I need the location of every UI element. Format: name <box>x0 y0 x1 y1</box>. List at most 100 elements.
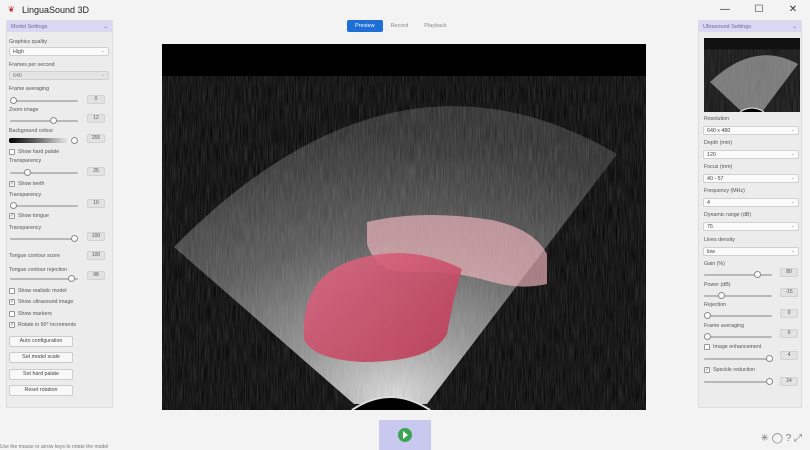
select-value: low <box>707 249 715 255</box>
minimize-button[interactable]: — <box>708 0 742 19</box>
slider-thumb[interactable] <box>754 271 761 278</box>
image-enhancement-checkbox[interactable]: Image enhancement <box>704 344 761 350</box>
checkbox-box[interactable]: ✓ <box>9 181 15 187</box>
play-button[interactable] <box>379 420 431 450</box>
corner-icons[interactable]: ✳ ◯ ? ⤢ <box>761 433 802 444</box>
rejection-value[interactable]: 0 <box>780 309 798 318</box>
ultrasound-viewport[interactable] <box>162 44 646 410</box>
close-button[interactable]: ✕ <box>776 0 810 19</box>
ultrasound-scene[interactable] <box>162 44 646 410</box>
slider-thumb[interactable] <box>50 117 57 124</box>
tab-playback[interactable]: Playback <box>416 20 454 32</box>
slider-thumb[interactable] <box>71 137 78 144</box>
auto-configuration-button[interactable]: Auto configuration <box>9 336 73 347</box>
transparency-value-2[interactable]: 10 <box>87 199 105 208</box>
depth-select[interactable]: 120 ⌄ <box>703 150 799 159</box>
checkbox-label: Show tongue <box>18 213 49 219</box>
rejection-slider[interactable] <box>704 312 772 319</box>
show-hard-palate-checkbox[interactable]: Show hard palate <box>9 149 59 155</box>
transparency-value-3[interactable]: 100 <box>87 232 105 241</box>
title-bar: ❦ LinguaSound 3D — ☐ ✕ <box>0 0 810 19</box>
slider-thumb[interactable] <box>68 275 75 282</box>
slider-thumb[interactable] <box>10 97 17 104</box>
show-teeth-checkbox[interactable]: ✓ Show teeth <box>9 181 45 187</box>
dynamic-range-label: Dynamic range (dB) <box>704 212 752 218</box>
transparency-slider-1[interactable] <box>10 169 78 176</box>
checkbox-box[interactable]: ✓ <box>704 367 710 373</box>
set-model-scale-button[interactable]: Set model scale <box>9 352 73 363</box>
panel-header[interactable]: Ultrasound Settings ⌄ <box>699 21 801 32</box>
power-slider[interactable] <box>704 292 772 299</box>
graphics-quality-select[interactable]: High ⌄ <box>9 47 109 56</box>
slider-thumb[interactable] <box>704 312 711 319</box>
transparency-label-2: Transparency <box>9 192 42 198</box>
frame-averaging-value[interactable]: 0 <box>780 329 798 338</box>
fps-select[interactable]: 640 ⌄ <box>9 71 109 80</box>
show-realistic-model-checkbox[interactable]: Show realistic model <box>9 288 67 294</box>
frame-averaging-slider[interactable] <box>704 333 772 340</box>
speckle-reduction-checkbox[interactable]: ✓ Speckle reduction <box>704 367 755 373</box>
focus-select[interactable]: 40 - 57 ⌄ <box>703 174 799 183</box>
frame-averaging-value[interactable]: 0 <box>87 95 105 104</box>
slider-thumb[interactable] <box>704 333 711 340</box>
power-label: Power (dB) <box>704 282 731 288</box>
slider-thumb[interactable] <box>766 378 773 385</box>
set-hard-palate-button[interactable]: Set hard palate <box>9 369 73 380</box>
checkbox-box[interactable] <box>9 288 15 294</box>
frequency-select[interactable]: 4 ⌄ <box>703 198 799 207</box>
checkbox-box[interactable] <box>9 311 15 317</box>
speckle-reduction-value[interactable]: 24 <box>780 377 798 386</box>
dynamic-range-select[interactable]: 75 ⌄ <box>703 222 799 231</box>
checkbox-box[interactable]: ✓ <box>9 322 15 328</box>
tongue-contour-rejection-value[interactable]: 98 <box>87 271 105 280</box>
select-value: 4 <box>707 200 710 206</box>
gain-slider[interactable] <box>704 271 772 278</box>
show-markers-checkbox[interactable]: Show markers <box>9 311 52 317</box>
show-ultrasound-image-checkbox[interactable]: ✓ Show ultrasound image <box>9 299 73 305</box>
chevron-down-icon: ⌄ <box>792 23 797 30</box>
slider-thumb[interactable] <box>766 355 773 362</box>
transparency-slider-2[interactable] <box>10 202 78 209</box>
view-tabs: Preview Record Playback <box>347 20 455 32</box>
background-colour-value[interactable]: 255 <box>87 134 105 143</box>
checkbox-label: Image enhancement <box>713 344 762 350</box>
tab-preview[interactable]: Preview <box>347 20 383 32</box>
transparency-value-1[interactable]: 25 <box>87 167 105 176</box>
tongue-rejection-slider[interactable] <box>10 275 78 282</box>
chevron-down-icon: ⌄ <box>790 151 795 157</box>
tab-record[interactable]: Record <box>383 20 417 32</box>
slider-thumb[interactable] <box>10 202 17 209</box>
checkbox-box[interactable] <box>704 344 710 350</box>
image-enhancement-slider[interactable] <box>704 355 773 362</box>
checkbox-box[interactable] <box>9 149 15 155</box>
tongue-contour-rejection-label: Tongue contour rejection <box>9 267 68 273</box>
checkbox-box[interactable]: ✓ <box>9 213 15 219</box>
resolution-select[interactable]: 640 x 480 ⌄ <box>703 126 799 135</box>
chevron-down-icon: ⌄ <box>790 175 795 181</box>
slider-thumb[interactable] <box>24 169 31 176</box>
background-colour-slider[interactable] <box>9 138 73 143</box>
zoom-value[interactable]: 12 <box>87 114 105 123</box>
tongue-contour-score-value[interactable]: 100 <box>87 251 105 260</box>
zoom-slider[interactable] <box>10 117 78 124</box>
gain-label: Gain (%) <box>704 261 725 267</box>
gain-value[interactable]: 80 <box>780 268 798 277</box>
image-enhancement-value[interactable]: 4 <box>780 351 798 360</box>
speckle-reduction-slider[interactable] <box>704 378 773 385</box>
chevron-down-icon: ⌄ <box>790 223 795 229</box>
reset-rotation-button[interactable]: Reset rotation <box>9 385 73 396</box>
transparency-slider-3[interactable] <box>10 235 78 242</box>
checkbox-box[interactable]: ✓ <box>9 299 15 305</box>
rejection-label: Rejection <box>704 302 727 308</box>
lines-density-select[interactable]: low ⌄ <box>703 247 799 256</box>
slider-thumb[interactable] <box>71 235 78 242</box>
maximize-button[interactable]: ☐ <box>742 0 776 19</box>
rotate-90-checkbox[interactable]: ✓ Rotate in 90° increments <box>9 322 76 328</box>
panel-header[interactable]: Model Settings ⌄ <box>7 21 112 32</box>
slider-thumb[interactable] <box>718 292 725 299</box>
app-title: LinguaSound 3D <box>22 4 90 15</box>
show-tongue-checkbox[interactable]: ✓ Show tongue <box>9 213 49 219</box>
resolution-label: Resolution <box>704 116 730 122</box>
frame-averaging-slider[interactable] <box>10 97 78 104</box>
power-value[interactable]: -15 <box>780 288 798 297</box>
